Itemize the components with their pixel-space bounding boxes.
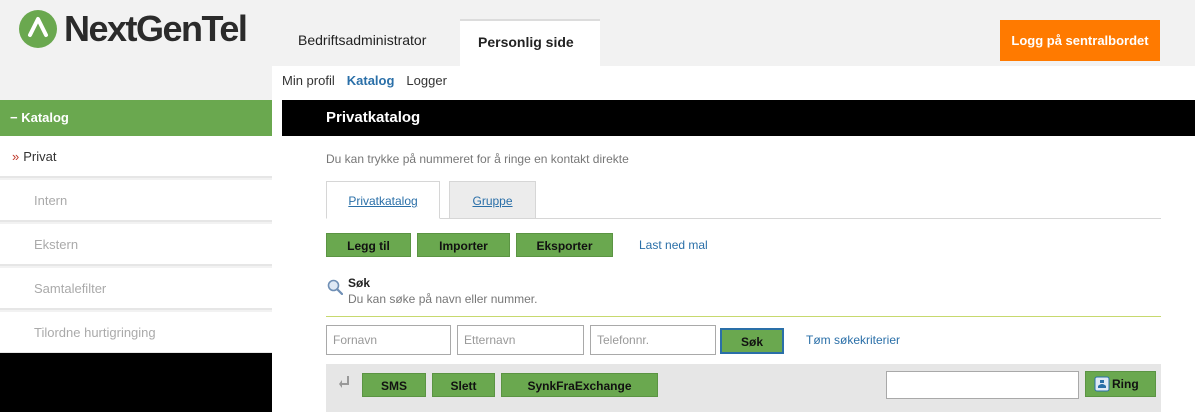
phone-icon [1094,376,1110,392]
first-name-input[interactable] [326,325,451,355]
import-button[interactable]: Importer [417,233,510,257]
sidebar-item-ekstern[interactable]: Ekstern [0,224,272,266]
logo[interactable]: NextGenTel [18,8,248,50]
hint-text: Du kan trykke på nummeret for å ringe en… [326,152,629,166]
ring-button[interactable]: Ring [1085,371,1156,397]
tab-gruppe[interactable]: Gruppe [449,181,536,219]
sidebar-header-katalog[interactable]: − Katalog [0,100,272,136]
subnav-logger[interactable]: Logger [406,73,446,88]
sidebar-item-samtalefilter[interactable]: Samtalefilter [0,268,272,310]
search-subtitle: Du kan søke på navn eller nummer. [348,292,538,306]
delete-button[interactable]: Slett [432,373,495,397]
tab-bedriftsadministrator[interactable]: Bedriftsadministrator [280,19,444,66]
sidebar-item-privat[interactable]: » Privat [0,136,272,178]
download-template-link[interactable]: Last ned mal [639,238,708,252]
export-button[interactable]: Eksporter [516,233,613,257]
sms-button[interactable]: SMS [362,373,426,397]
sidebar-item-label: Privat [23,149,57,164]
clear-search-link[interactable]: Tøm søkekriterier [806,333,900,347]
sidebar-footer [0,353,272,412]
sync-exchange-button[interactable]: SynkFraExchange [501,373,658,397]
subnav-min-profil[interactable]: Min profil [282,73,335,88]
nextgentel-logo-icon [19,10,57,48]
search-title: Søk [348,276,371,290]
search-button[interactable]: Søk [720,328,784,354]
ring-number-input[interactable] [886,371,1079,399]
divider [326,316,1161,317]
tab-personlig-side[interactable]: Personlig side [460,19,600,66]
page-title: Privatkatalog [282,100,1195,136]
add-button[interactable]: Legg til [326,233,411,257]
search-icon [327,279,343,295]
brand-name: NextGenTel [64,8,248,49]
last-name-input[interactable] [457,325,584,355]
subnav-katalog[interactable]: Katalog [347,73,395,88]
sidebar-item-intern[interactable]: Intern [0,180,272,222]
tab-privatkatalog[interactable]: Privatkatalog [326,181,440,219]
phone-input[interactable] [590,325,716,355]
double-chevron-icon: » [12,149,20,164]
ring-label: Ring [1112,377,1139,391]
sidebar-item-tilordne-hurtigringing[interactable]: Tilordne hurtigringing [0,312,272,354]
return-arrow-icon [339,376,349,388]
catalog-tabs: Privatkatalog Gruppe [326,181,1161,219]
sub-navigation: Min profil Katalog Logger [282,73,447,88]
login-switchboard-button[interactable]: Logg på sentralbordet [1000,20,1160,61]
